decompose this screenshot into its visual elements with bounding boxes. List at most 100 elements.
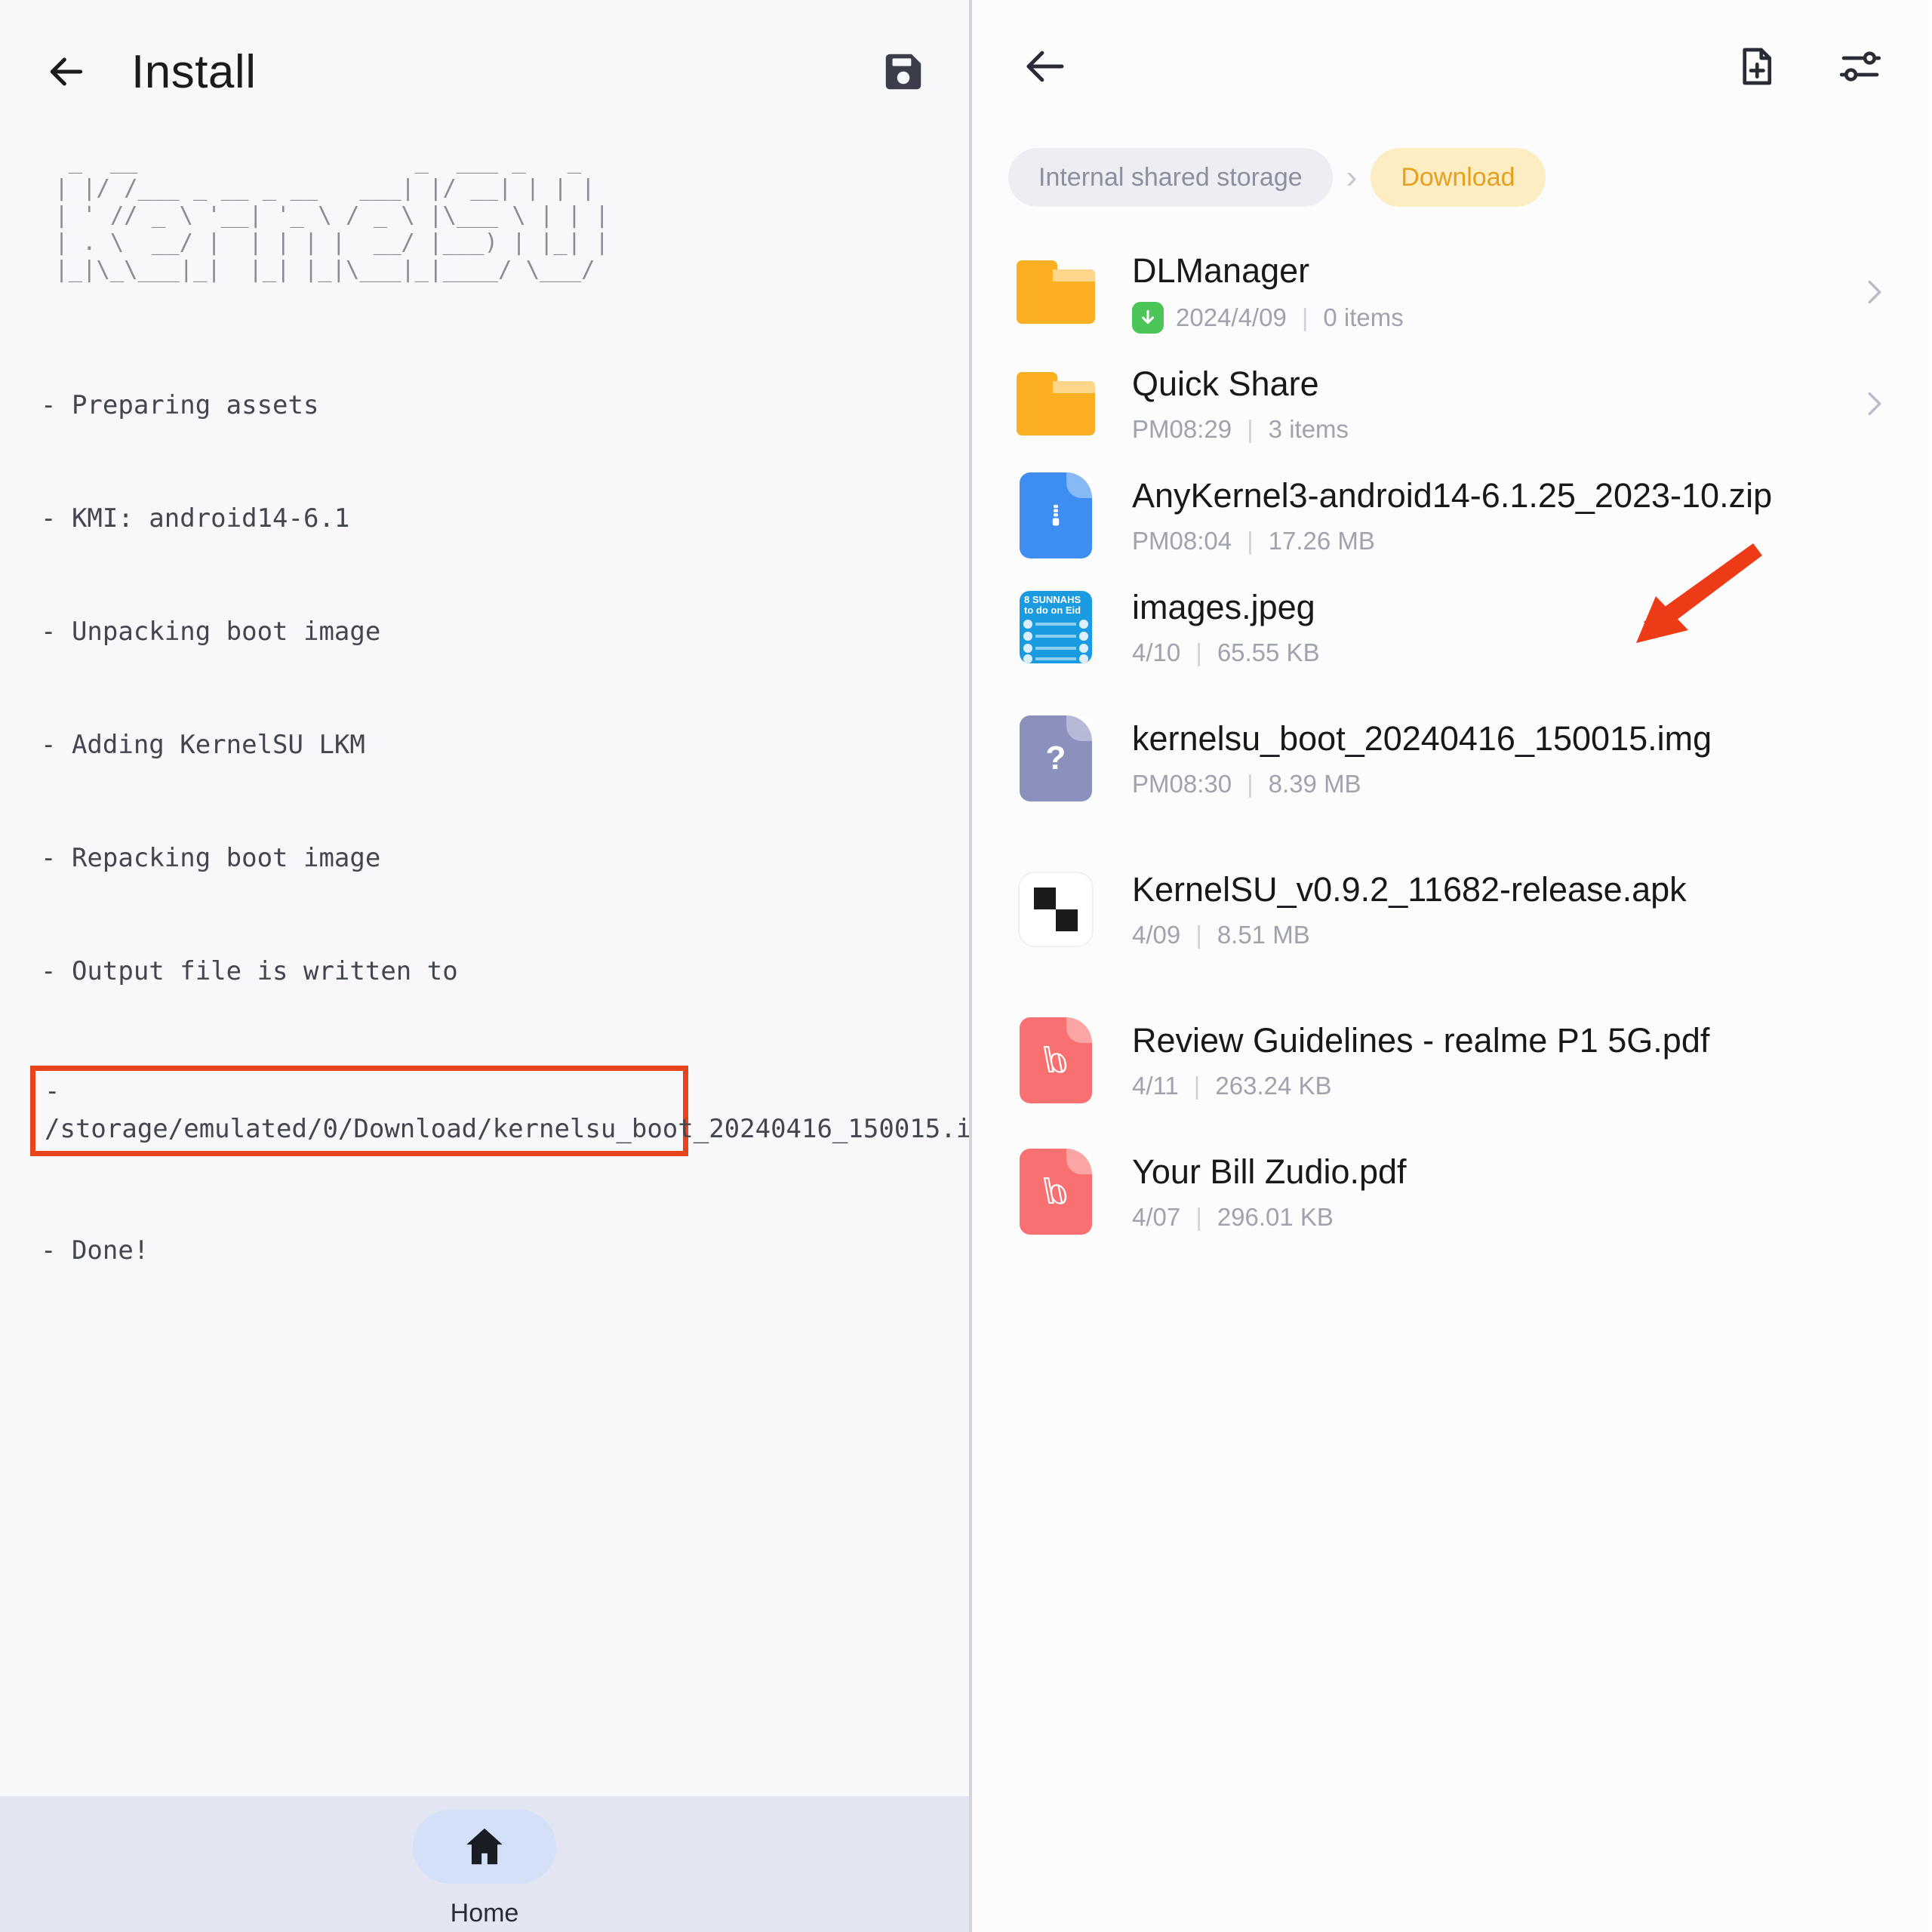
bottom-navigation-bar: Home: [0, 1796, 969, 1932]
separator: |: [1301, 303, 1309, 332]
log-line: - Preparing assets: [41, 390, 319, 420]
kernelsu-ascii-banner: _ __ _ ___ _ _ | |/ /___ _ __ _ __ ___| …: [54, 148, 609, 283]
file-date: 4/11: [1132, 1072, 1179, 1100]
file-date: 2024/4/09: [1176, 303, 1287, 332]
file-name: images.jpeg: [1132, 587, 1315, 626]
thumbnail-caption: 8 SUNNAHS to do on Eid: [1024, 594, 1081, 616]
list-item[interactable]: ⅆ Your Bill Zudio.pdf 4/07 | 296.01 KB: [972, 1136, 1929, 1247]
list-item[interactable]: Quick Share PM08:29 | 3 items: [972, 348, 1929, 460]
separator: |: [1195, 921, 1202, 949]
install-console: _ __ _ ___ _ _ | |/ /___ _ __ _ __ ___| …: [0, 143, 969, 1796]
list-item[interactable]: 8 SUNNAHS to do on Eid images.jpeg 4/10 …: [972, 571, 1929, 683]
file-subtitle: PM08:29 | 3 items: [1132, 415, 1841, 444]
log-line: - Done!: [41, 1235, 149, 1266]
breadcrumb: Internal shared storage › Download: [972, 132, 1929, 223]
file-name: KernelSU_v0.9.2_11682-release.apk: [1132, 869, 1687, 909]
folder-icon: [1014, 358, 1097, 449]
file-meta: Quick Share PM08:29 | 3 items: [1132, 364, 1841, 444]
file-meta: Review Guidelines - realme P1 5G.pdf 4/1…: [1132, 1020, 1891, 1100]
file-date: 4/09: [1132, 921, 1181, 949]
list-item-kernelsu-boot-img[interactable]: ? kernelsu_boot_20240416_150015.img PM08…: [972, 683, 1929, 834]
file-date: 4/07: [1132, 1203, 1181, 1232]
file-meta: images.jpeg 4/10 | 65.55 KB: [1132, 587, 1891, 667]
file-subtitle: PM08:04 | 17.26 MB: [1132, 527, 1891, 555]
file-name: Review Guidelines - realme P1 5G.pdf: [1132, 1020, 1710, 1060]
breadcrumb-current[interactable]: Download: [1371, 148, 1546, 207]
file-subtitle: 4/10 | 65.55 KB: [1132, 638, 1891, 667]
downloaded-badge-icon: [1132, 302, 1164, 334]
file-date: PM08:29: [1132, 415, 1232, 444]
file-detail: 296.01 KB: [1217, 1203, 1334, 1232]
separator: |: [1195, 1203, 1202, 1232]
file-meta: KernelSU_v0.9.2_11682-release.apk 4/09 |…: [1132, 869, 1891, 949]
file-manager-screen: Internal shared storage › Download DLMan…: [972, 0, 1929, 1932]
file-name: kernelsu_boot_20240416_150015.img: [1132, 718, 1712, 758]
file-detail: 0 items: [1323, 303, 1404, 332]
file-detail: 3 items: [1268, 415, 1349, 444]
separator: |: [1247, 527, 1254, 555]
file-subtitle: 2024/4/09 | 0 items: [1132, 302, 1841, 334]
install-screen: Install _ __ _ ___ _ _ | |/ /___ _ __ _ …: [0, 0, 972, 1932]
file-meta: Your Bill Zudio.pdf 4/07 | 296.01 KB: [1132, 1152, 1891, 1232]
log-line: - Output file is written to: [41, 956, 458, 986]
back-arrow-icon[interactable]: [42, 48, 91, 96]
separator: |: [1247, 415, 1254, 444]
list-item[interactable]: AnyKernel3-android14-6.1.25_2023-10.zip …: [972, 460, 1929, 571]
list-item[interactable]: ⅆ Review Guidelines - realme P1 5G.pdf 4…: [972, 985, 1929, 1136]
unknown-file-icon: ?: [1014, 713, 1097, 804]
log-line: - KMI: android14-6.1: [41, 503, 350, 534]
file-date: 4/10: [1132, 638, 1181, 667]
chevron-right-icon: ›: [1346, 158, 1358, 195]
file-subtitle: 4/09 | 8.51 MB: [1132, 921, 1891, 949]
pdf-file-icon: ⅆ: [1014, 1015, 1097, 1106]
file-meta: kernelsu_boot_20240416_150015.img PM08:3…: [1132, 718, 1891, 798]
file-detail: 8.39 MB: [1268, 770, 1361, 798]
bottom-nav-label: Home: [450, 1899, 519, 1927]
file-detail: 17.26 MB: [1268, 527, 1375, 555]
question-mark-glyph: ?: [1045, 740, 1066, 777]
image-thumbnail-icon: 8 SUNNAHS to do on Eid: [1014, 582, 1097, 672]
page-title: Install: [131, 45, 257, 98]
log-line: - Repacking boot image: [41, 843, 381, 873]
separator: |: [1247, 770, 1254, 798]
sort-filter-icon[interactable]: [1835, 42, 1885, 91]
file-list: DLManager 2024/4/09 | 0 items Quick Shar…: [972, 223, 1929, 1932]
log-line: - Adding KernelSU LKM: [41, 730, 365, 760]
file-name: Quick Share: [1132, 364, 1319, 403]
file-meta: AnyKernel3-android14-6.1.25_2023-10.zip …: [1132, 475, 1891, 555]
chevron-right-icon[interactable]: [1857, 386, 1891, 421]
zip-file-icon: [1014, 470, 1097, 561]
chevron-right-icon[interactable]: [1857, 275, 1891, 309]
install-log: - Preparing assets - KMI: android14-6.1 …: [30, 311, 969, 1345]
separator: |: [1193, 1072, 1201, 1100]
file-detail: 263.24 KB: [1215, 1072, 1332, 1100]
file-name: DLManager: [1132, 251, 1310, 290]
file-manager-top-bar: [972, 0, 1929, 132]
file-name: Your Bill Zudio.pdf: [1132, 1152, 1407, 1191]
bottom-nav-item-home[interactable]: Home: [413, 1810, 556, 1928]
apk-file-icon: [1014, 864, 1097, 955]
file-meta: DLManager 2024/4/09 | 0 items: [1132, 251, 1841, 334]
file-subtitle: 4/07 | 296.01 KB: [1132, 1203, 1891, 1232]
file-date: PM08:30: [1132, 770, 1232, 798]
highlighted-output-path: - /storage/emulated/0/Download/kernelsu_…: [30, 1066, 969, 1156]
new-folder-icon[interactable]: [1734, 42, 1784, 91]
save-floppy-icon[interactable]: [880, 48, 927, 95]
file-date: PM08:04: [1132, 527, 1232, 555]
back-arrow-icon[interactable]: [1020, 42, 1070, 91]
log-line: - Unpacking boot image: [41, 617, 381, 647]
folder-icon: [1014, 247, 1097, 337]
pdf-file-icon: ⅆ: [1014, 1146, 1097, 1237]
install-top-bar: Install: [0, 0, 969, 143]
dual-screenshot-container: Install _ __ _ ___ _ _ | |/ /___ _ __ _ …: [0, 0, 1932, 1932]
file-subtitle: PM08:30 | 8.39 MB: [1132, 770, 1891, 798]
file-name: AnyKernel3-android14-6.1.25_2023-10.zip: [1132, 475, 1773, 515]
file-detail: 8.51 MB: [1217, 921, 1310, 949]
file-detail: 65.55 KB: [1217, 638, 1320, 667]
home-icon[interactable]: [413, 1810, 556, 1884]
separator: |: [1195, 638, 1202, 667]
list-item[interactable]: DLManager 2024/4/09 | 0 items: [972, 236, 1929, 348]
breadcrumb-root[interactable]: Internal shared storage: [1008, 148, 1333, 207]
file-subtitle: 4/11 | 263.24 KB: [1132, 1072, 1891, 1100]
list-item[interactable]: KernelSU_v0.9.2_11682-release.apk 4/09 |…: [972, 834, 1929, 985]
